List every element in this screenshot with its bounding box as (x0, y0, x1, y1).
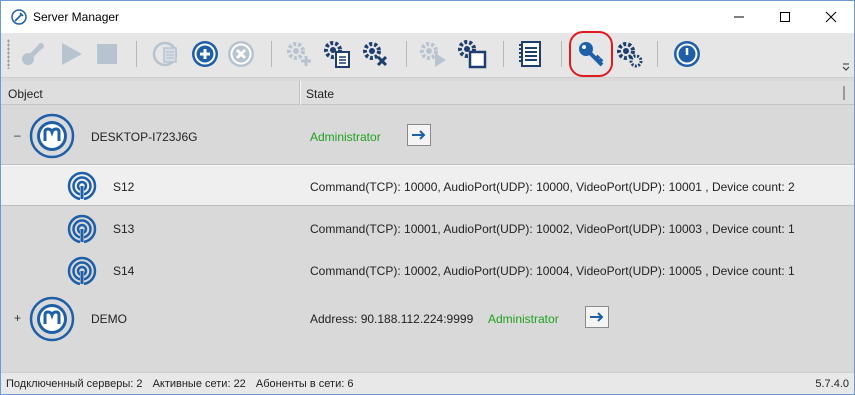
stream-name: S13 (113, 222, 135, 236)
settings-play-button[interactable] (417, 38, 449, 70)
toolbar-overflow-icon[interactable] (841, 61, 851, 73)
column-object[interactable]: Object (8, 87, 43, 101)
expand-toggle[interactable]: + (14, 311, 21, 325)
server-row[interactable]: + DEMO Address: 90.188.112.224:9999 Admi… (1, 294, 854, 344)
stream-name: S12 (113, 180, 135, 194)
toolbar (1, 33, 854, 78)
toolbar-separator (657, 41, 658, 67)
server-settings-icon (617, 42, 643, 68)
settings-list-icon (324, 41, 350, 68)
stream-icon (67, 171, 97, 201)
stop-icon (97, 44, 117, 64)
server-name: DESKTOP-I723J6G (91, 130, 198, 144)
minimize-icon (734, 16, 744, 18)
status-summary: Подключенный серверы: 2 Активные сети: 2… (6, 378, 360, 390)
status-bar: Подключенный серверы: 2 Активные сети: 2… (1, 372, 854, 394)
copy-button[interactable] (151, 38, 183, 70)
log-button[interactable] (515, 38, 547, 70)
server-manager-window: Server Manager Object State – DESKTOP-I7… (0, 0, 855, 395)
connect-button[interactable] (17, 38, 49, 70)
online-subscribers-count: Абоненты в сети: 6 (255, 378, 354, 390)
maximize-button[interactable] (762, 1, 808, 33)
play-icon (62, 43, 82, 65)
settings-remove-icon (363, 42, 388, 67)
settings-add-button[interactable] (283, 38, 315, 70)
server-icon (29, 113, 75, 159)
power-icon (674, 41, 700, 67)
connect-icon (22, 43, 44, 65)
settings-window-icon (458, 40, 487, 69)
server-icon (29, 296, 75, 342)
stop-button[interactable] (91, 38, 123, 70)
login-button[interactable] (407, 124, 431, 146)
power-button[interactable] (671, 38, 703, 70)
title-bar: Server Manager (1, 1, 854, 33)
settings-window-button[interactable] (456, 38, 488, 70)
server-name: DEMO (91, 312, 127, 326)
stream-icon (67, 214, 97, 244)
connected-servers-count: Подключенный серверы: 2 (6, 378, 143, 390)
settings-play-icon (420, 42, 446, 67)
stream-state: Command(TCP): 10002, AudioPort(UDP): 100… (310, 264, 795, 278)
stream-row[interactable]: S14 Command(TCP): 10002, AudioPort(UDP):… (1, 250, 854, 292)
server-address: Address: 90.188.112.224:9999 (310, 312, 474, 326)
stream-state: Command(TCP): 10001, AudioPort(UDP): 100… (310, 222, 795, 236)
settings-remove-button[interactable] (359, 38, 391, 70)
toolbar-separator (271, 41, 272, 67)
app-version: 5.7.4.0 (815, 378, 849, 390)
column-header: Object State (1, 81, 854, 105)
active-networks-count: Активные сети: 22 (152, 378, 246, 390)
window-title: Server Manager (33, 10, 120, 24)
login-button[interactable] (585, 306, 609, 328)
stream-icon (67, 256, 97, 286)
app-icon (11, 9, 27, 25)
copy-icon (152, 41, 178, 67)
server-role: Administrator (310, 130, 381, 144)
maximize-icon (780, 12, 790, 22)
stream-name: S14 (113, 264, 135, 278)
minimize-button[interactable] (716, 1, 762, 33)
arrow-right-icon (590, 312, 604, 322)
close-button[interactable] (808, 1, 854, 33)
settings-list-button[interactable] (321, 38, 353, 70)
remove-icon (228, 41, 254, 67)
column-resize-handle[interactable] (299, 81, 301, 105)
play-button[interactable] (55, 38, 87, 70)
column-end-marker (843, 86, 845, 100)
toolbar-separator (136, 41, 137, 67)
column-state[interactable]: State (306, 87, 334, 101)
arrow-right-icon (412, 130, 426, 140)
log-icon (519, 41, 541, 67)
toolbar-separator (406, 41, 407, 67)
collapse-toggle[interactable]: – (14, 128, 21, 142)
server-role: Administrator (488, 312, 559, 326)
server-row[interactable]: – DESKTOP-I723J6G Administrator (1, 111, 854, 161)
remove-button[interactable] (225, 38, 257, 70)
toolbar-separator (503, 41, 504, 67)
stream-state: Command(TCP): 10000, AudioPort(UDP): 100… (310, 180, 795, 194)
highlight-ring (569, 31, 613, 77)
toolbar-grip[interactable] (7, 39, 10, 69)
server-settings-button[interactable] (613, 38, 645, 70)
settings-add-icon (287, 42, 311, 66)
stream-row[interactable]: S13 Command(TCP): 10001, AudioPort(UDP):… (1, 208, 854, 250)
add-button[interactable] (189, 38, 221, 70)
stream-row[interactable]: S12 Command(TCP): 10000, AudioPort(UDP):… (1, 164, 854, 206)
toolbar-separator (561, 41, 562, 67)
close-icon (825, 11, 837, 23)
add-icon (192, 41, 218, 67)
